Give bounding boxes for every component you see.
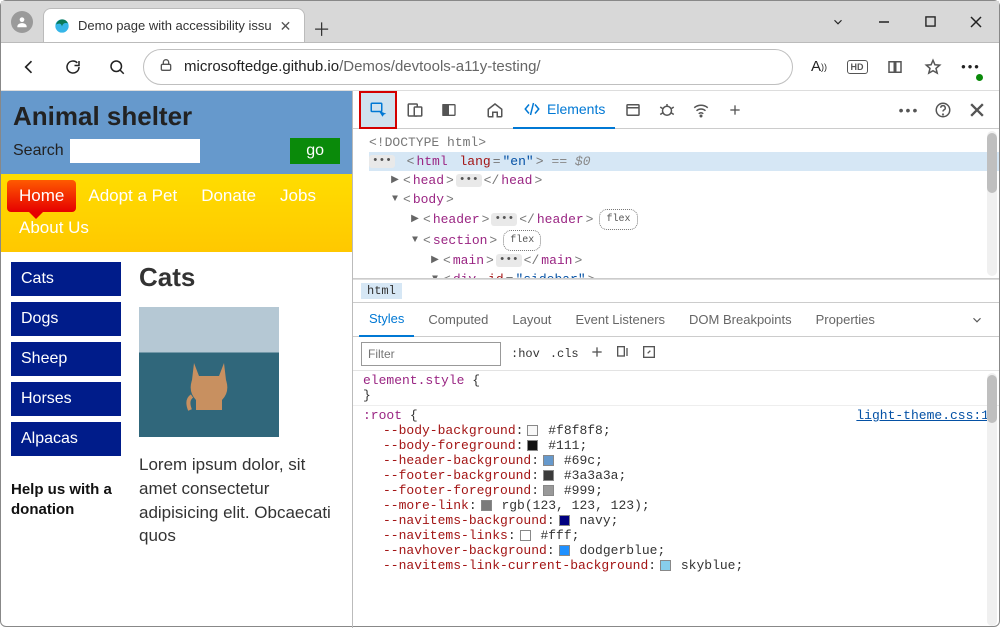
tab-dom-breakpoints[interactable]: DOM Breakpoints — [679, 303, 802, 337]
go-button[interactable]: go — [290, 138, 340, 164]
styles-filter-input[interactable] — [361, 342, 501, 366]
reading-list-button[interactable] — [877, 49, 913, 85]
tab-title: Demo page with accessibility issu — [78, 18, 272, 33]
css-property[interactable]: --header-background: #69c; — [363, 453, 989, 468]
inspect-element-button[interactable] — [359, 91, 397, 129]
cat-image — [139, 307, 279, 437]
search-button[interactable] — [99, 49, 135, 85]
favicon-icon — [54, 18, 70, 34]
styles-expand-button[interactable] — [961, 304, 993, 336]
more-tabs-button[interactable] — [719, 94, 751, 126]
tab-close-button[interactable]: ✕ — [280, 19, 294, 33]
refresh-button[interactable] — [55, 49, 91, 85]
css-property[interactable]: --navitems-link-current-background: skyb… — [363, 558, 989, 573]
css-property[interactable]: --navitems-background: navy; — [363, 513, 989, 528]
search-label: Search — [13, 142, 64, 160]
sidebar-sheep[interactable]: Sheep — [11, 342, 121, 376]
tab-properties[interactable]: Properties — [806, 303, 885, 337]
browser-toolbar: microsoftedge.github.io/Demos/devtools-a… — [1, 43, 999, 91]
styles-tabbar: Styles Computed Layout Event Listeners D… — [353, 303, 999, 337]
content-heading: Cats — [139, 262, 342, 293]
css-property[interactable]: --body-background: #f8f8f8; — [363, 423, 989, 438]
styles-rules[interactable]: element.style { } light-theme.css:1 :roo… — [353, 371, 999, 628]
dom-tree[interactable]: <!DOCTYPE html> ••• <html lang="en">== $… — [353, 129, 999, 279]
address-bar[interactable]: microsoftedge.github.io/Demos/devtools-a… — [143, 49, 793, 85]
tab-computed[interactable]: Computed — [418, 303, 498, 337]
sources-tab-icon[interactable] — [617, 94, 649, 126]
nav-donate[interactable]: Donate — [189, 180, 268, 212]
maximize-button[interactable] — [907, 1, 953, 43]
sidebar-cats[interactable]: Cats — [11, 262, 121, 296]
help-button[interactable] — [927, 94, 959, 126]
donation-callout: Help us with a donation — [11, 480, 121, 521]
dom-scrollbar[interactable] — [987, 131, 997, 276]
close-window-button[interactable] — [953, 1, 999, 43]
tab-styles[interactable]: Styles — [359, 303, 414, 337]
new-tab-button[interactable]: ＋ — [305, 16, 339, 42]
profile-button[interactable] — [1, 1, 43, 42]
devtools-close-button[interactable] — [961, 94, 993, 126]
read-aloud-button[interactable]: A)) — [801, 49, 837, 85]
rendered-page: Animal shelter Search go Home Adopt a Pe… — [1, 91, 353, 628]
primary-nav: Home Adopt a Pet Donate Jobs About Us — [1, 174, 352, 252]
elements-tab[interactable]: Elements — [513, 91, 615, 129]
url-text: microsoftedge.github.io/Demos/devtools-a… — [184, 58, 778, 75]
tab-layout[interactable]: Layout — [502, 303, 561, 337]
css-property[interactable]: --more-link: rgb(123, 123, 123); — [363, 498, 989, 513]
css-property[interactable]: --body-foreground: #111; — [363, 438, 989, 453]
sidebar-alpacas[interactable]: Alpacas — [11, 422, 121, 456]
devtools-more-button[interactable]: ••• — [893, 94, 925, 126]
toggle-panel-icon[interactable] — [641, 344, 657, 364]
bug-tab-icon[interactable] — [651, 94, 683, 126]
css-property[interactable]: --footer-background: #3a3a3a; — [363, 468, 989, 483]
lock-icon — [158, 57, 174, 77]
computed-toggle-icon[interactable] — [615, 344, 631, 364]
breadcrumb[interactable]: html — [353, 279, 999, 303]
welcome-tab[interactable] — [479, 94, 511, 126]
css-property[interactable]: --footer-foreground: #999; — [363, 483, 989, 498]
network-tab-icon[interactable] — [685, 94, 717, 126]
sidebar-horses[interactable]: Horses — [11, 382, 121, 416]
hov-toggle[interactable]: :hov — [511, 347, 540, 361]
nav-home[interactable]: Home — [7, 180, 76, 212]
nav-adopt[interactable]: Adopt a Pet — [76, 180, 189, 212]
hd-button[interactable]: HD — [839, 49, 875, 85]
avatar-icon — [11, 11, 33, 33]
favorites-button[interactable] — [915, 49, 951, 85]
more-menu-button[interactable]: ••• — [953, 49, 989, 85]
lorem-text: Lorem ipsum dolor, sit amet consectetur … — [139, 453, 342, 548]
site-search-input[interactable] — [70, 139, 200, 163]
browser-tab[interactable]: Demo page with accessibility issu ✕ — [43, 8, 305, 42]
nav-about[interactable]: About Us — [7, 212, 101, 244]
sidebar-dogs[interactable]: Dogs — [11, 302, 121, 336]
device-toolbar-button[interactable] — [399, 94, 431, 126]
cls-toggle[interactable]: .cls — [550, 347, 579, 361]
styles-scrollbar[interactable] — [987, 373, 997, 626]
back-button[interactable] — [11, 49, 47, 85]
devtools-panel: Elements ••• <!DOCTYPE html> ••• <html l… — [353, 91, 999, 628]
dock-side-button[interactable] — [433, 94, 465, 126]
new-style-rule-button[interactable] — [589, 344, 605, 364]
nav-jobs[interactable]: Jobs — [268, 180, 328, 212]
css-property[interactable]: --navhover-background: dodgerblue; — [363, 543, 989, 558]
window-titlebar: Demo page with accessibility issu ✕ ＋ — [1, 1, 999, 43]
tab-event-listeners[interactable]: Event Listeners — [565, 303, 675, 337]
minimize-button[interactable] — [861, 1, 907, 43]
page-title: Animal shelter — [13, 101, 340, 132]
source-link[interactable]: light-theme.css:1 — [856, 408, 989, 423]
css-property[interactable]: --navitems-links: #fff; — [363, 528, 989, 543]
tabs-dropdown-button[interactable] — [815, 1, 861, 43]
